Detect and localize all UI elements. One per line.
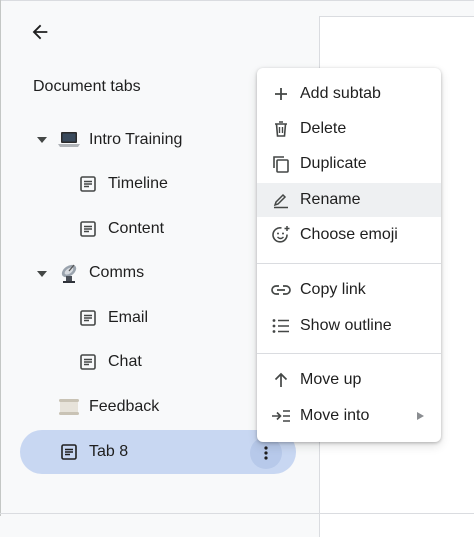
tab-tab-8[interactable]: Tab 8 bbox=[58, 430, 128, 474]
tab-label: Comms bbox=[89, 264, 145, 281]
arrow-up-icon bbox=[271, 370, 291, 390]
menu-item-choose-emoji[interactable]: Choose emoji bbox=[257, 218, 441, 252]
collapse-caret-comms[interactable] bbox=[36, 268, 48, 280]
document-icon bbox=[77, 351, 99, 373]
top-border bbox=[0, 0, 474, 1]
plus-icon bbox=[271, 84, 291, 104]
menu-item-copy-link[interactable]: Copy link bbox=[257, 273, 441, 307]
menu-item-label: Duplicate bbox=[300, 155, 367, 172]
document-icon bbox=[58, 441, 80, 463]
menu-item-delete[interactable]: Delete bbox=[257, 112, 441, 146]
tab-label: Intro Training bbox=[89, 131, 183, 148]
menu-item-label: Rename bbox=[300, 191, 361, 208]
document-icon bbox=[77, 218, 99, 240]
trash-icon bbox=[271, 119, 291, 139]
tab-content[interactable]: Content bbox=[77, 207, 164, 251]
more-vert-icon bbox=[264, 446, 268, 460]
submenu-arrow-icon bbox=[417, 412, 424, 420]
tab-intro-training[interactable]: Intro Training bbox=[58, 118, 182, 162]
pencil-icon bbox=[271, 190, 291, 210]
tab-label: Content bbox=[108, 220, 165, 237]
menu-item-show-outline[interactable]: Show outline bbox=[257, 309, 441, 343]
menu-item-label: Add subtab bbox=[300, 85, 381, 102]
menu-item-label: Delete bbox=[300, 120, 347, 137]
list-outline-icon bbox=[271, 316, 291, 336]
tab-label: Feedback bbox=[89, 398, 160, 415]
tab-timeline[interactable]: Timeline bbox=[77, 162, 168, 206]
menu-divider bbox=[257, 263, 441, 264]
tab-context-menu: Add subtab Delete Duplicate Rename Choos… bbox=[257, 68, 441, 442]
menu-item-label: Move up bbox=[300, 371, 362, 388]
tab-comms[interactable]: Comms bbox=[58, 251, 144, 295]
back-button[interactable] bbox=[24, 16, 56, 48]
emoji-add-icon bbox=[271, 225, 291, 245]
caret-down-icon bbox=[37, 271, 47, 277]
caret-down-icon bbox=[37, 137, 47, 143]
menu-item-label: Choose emoji bbox=[300, 226, 398, 243]
menu-divider bbox=[257, 353, 441, 354]
tab-label: Timeline bbox=[108, 175, 168, 192]
menu-item-move-up[interactable]: Move up bbox=[257, 363, 441, 397]
menu-item-rename[interactable]: Rename bbox=[257, 183, 441, 217]
laptop-emoji-icon bbox=[58, 129, 80, 151]
tab-label: Tab 8 bbox=[89, 443, 129, 460]
link-icon bbox=[271, 280, 291, 300]
tab-email[interactable]: Email bbox=[77, 296, 148, 340]
bottom-border bbox=[0, 513, 474, 514]
panel-title: Document tabs bbox=[33, 78, 141, 95]
document-icon bbox=[77, 307, 99, 329]
tab-label: Chat bbox=[108, 353, 142, 370]
menu-item-add-subtab[interactable]: Add subtab bbox=[257, 77, 441, 111]
duplicate-icon bbox=[271, 154, 291, 174]
document-icon bbox=[77, 173, 99, 195]
menu-item-move-into[interactable]: Move into bbox=[257, 399, 441, 433]
left-border bbox=[0, 0, 1, 516]
menu-item-label: Show outline bbox=[300, 317, 392, 334]
scroll-emoji-icon bbox=[58, 396, 80, 418]
menu-item-label: Copy link bbox=[300, 281, 366, 298]
tab-chat[interactable]: Chat bbox=[77, 340, 142, 384]
arrow-back-icon bbox=[32, 24, 48, 40]
menu-item-label: Move into bbox=[300, 407, 370, 424]
tab-feedback[interactable]: Feedback bbox=[58, 385, 159, 429]
tab-label: Email bbox=[108, 309, 149, 326]
menu-item-duplicate[interactable]: Duplicate bbox=[257, 147, 441, 181]
move-into-icon bbox=[271, 406, 291, 426]
satellite-emoji-icon bbox=[58, 262, 80, 284]
collapse-caret-intro-training[interactable] bbox=[36, 134, 48, 146]
